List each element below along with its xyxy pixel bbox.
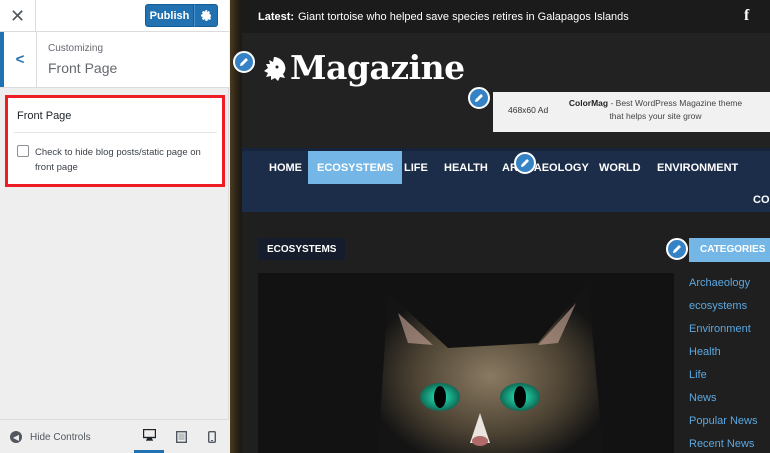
latest-label: Latest: [258, 11, 295, 23]
pencil-icon [521, 159, 529, 167]
categories-heading: CATEGORIES [689, 238, 770, 260]
section-header: < Customizing Front Page [0, 32, 229, 88]
pencil-icon [673, 245, 681, 253]
latest-headline-link[interactable]: Giant tortoise who helped save species r… [298, 11, 629, 23]
category-link[interactable]: News [689, 392, 717, 404]
tablet-icon [175, 430, 187, 443]
ad-text: ColorMag - Best WordPress Magazine theme… [568, 97, 743, 123]
publish-group: Publish [145, 4, 218, 27]
chevron-left-icon: < [15, 51, 25, 68]
nav-item-life[interactable]: LIFE [395, 151, 437, 184]
customizer-footer: ◀ Hide Controls [0, 419, 229, 453]
publish-settings-button[interactable] [194, 4, 218, 27]
close-customizer-button[interactable]: ✕ [0, 0, 36, 32]
tablet-preview-button[interactable] [166, 420, 196, 453]
highlight-annotation [5, 95, 225, 187]
news-ticker-bar: Latest: Giant tortoise who helped save s… [242, 0, 770, 33]
gear-icon [200, 10, 211, 21]
site-logo[interactable]: Magazine [290, 48, 465, 87]
close-icon: ✕ [9, 5, 26, 26]
nav-item-health[interactable]: HEALTH [435, 151, 497, 184]
main-navigation: HOME ECOSYSTEMS LIFE HEALTH ARCHAEOLOGY … [242, 148, 770, 212]
hide-controls-button[interactable]: ◀ Hide Controls [10, 431, 91, 443]
category-link[interactable]: Popular News [689, 415, 757, 427]
edit-shortcut-menu[interactable] [514, 152, 536, 174]
publish-button[interactable]: Publish [145, 4, 194, 27]
content-area: ECOSYSTEMS CATEGORIES Archaeology ecosys… [242, 212, 770, 453]
edit-shortcut-widget[interactable] [666, 238, 688, 260]
ad-size-label: 468x60 Ad [508, 105, 549, 115]
customizer-sidebar: ✕ Publish < Customizing Front Page Front… [0, 0, 229, 453]
nav-item-environment[interactable]: ENVIRONMENT [648, 151, 747, 184]
lion-logo-icon [264, 57, 286, 81]
back-button[interactable]: < [0, 32, 37, 87]
category-link[interactable]: Environment [689, 323, 751, 335]
category-link[interactable]: Recent News [689, 438, 754, 450]
customizing-label: Customizing [48, 43, 104, 54]
category-link[interactable]: Health [689, 346, 721, 358]
mobile-icon [208, 430, 216, 443]
desktop-icon [142, 429, 156, 441]
category-link[interactable]: Archaeology [689, 277, 750, 289]
ad-brand: ColorMag [568, 98, 609, 108]
desktop-preview-button[interactable] [134, 420, 164, 453]
hide-controls-label: Hide Controls [30, 431, 91, 443]
edit-shortcut-ad[interactable] [468, 87, 490, 109]
category-link[interactable]: Life [689, 369, 707, 381]
pencil-icon [475, 94, 483, 102]
site-preview: Latest: Giant tortoise who helped save s… [230, 0, 770, 453]
mobile-preview-button[interactable] [197, 420, 227, 453]
nav-item-home[interactable]: HOME [260, 151, 311, 184]
nav-item-ecosystems[interactable]: ECOSYSTEMS [308, 151, 403, 184]
ad-banner[interactable]: 468x60 Ad ColorMag - Best WordPress Maga… [493, 92, 770, 132]
category-tag[interactable]: ECOSYSTEMS [258, 238, 346, 260]
featured-image[interactable] [258, 273, 674, 453]
facebook-icon[interactable]: f [744, 7, 749, 25]
nav-item-archaeology[interactable]: ARCHAEOLOGY [493, 151, 598, 184]
categories-underline [689, 260, 770, 262]
nav-item-world[interactable]: WORLD [590, 151, 650, 184]
ad-description: - Best WordPress Magazine theme that hel… [608, 98, 743, 121]
customizer-header: ✕ Publish [0, 0, 229, 32]
edit-shortcut-logo[interactable] [233, 51, 255, 73]
category-link[interactable]: ecosystems [689, 300, 747, 312]
collapse-icon: ◀ [10, 431, 22, 443]
pencil-icon [240, 58, 248, 66]
cat-photo-illustration [258, 273, 674, 453]
section-title: Front Page [48, 60, 118, 76]
